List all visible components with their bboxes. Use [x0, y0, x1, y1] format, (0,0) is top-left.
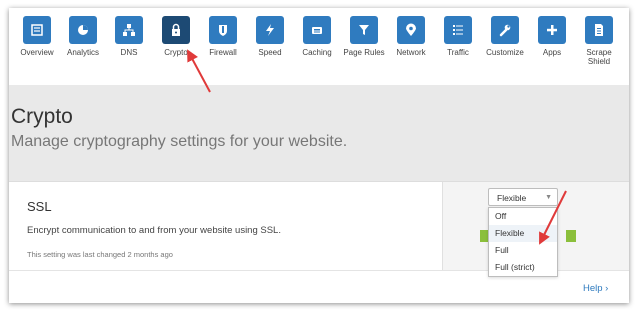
- ssl-option-flexible[interactable]: Flexible: [489, 225, 557, 242]
- nav-label: Page Rules: [343, 48, 385, 57]
- top-navigation: Overview Analytics DNS Crypto Firewall S…: [9, 8, 629, 85]
- chevron-down-icon: ▼: [545, 194, 552, 201]
- nav-item-caching[interactable]: Caching: [291, 16, 343, 57]
- overview-icon: [23, 16, 51, 44]
- ssl-description: Encrypt communication to and from your w…: [27, 225, 281, 236]
- ssl-option-off[interactable]: Off: [489, 208, 557, 225]
- nav-label: Firewall: [209, 48, 237, 57]
- nav-item-overview[interactable]: Overview: [11, 16, 63, 57]
- plus-icon: [538, 16, 566, 44]
- nav-label: Overview: [20, 48, 54, 57]
- filter-icon: [350, 16, 378, 44]
- ssl-option-full[interactable]: Full: [489, 242, 557, 259]
- dns-icon: [115, 16, 143, 44]
- list-icon: [444, 16, 472, 44]
- nav-label: Caching: [302, 48, 332, 57]
- analytics-icon: [69, 16, 97, 44]
- nav-label: Traffic: [447, 48, 469, 57]
- lightning-icon: [256, 16, 284, 44]
- ssl-title: SSL: [27, 199, 52, 214]
- nav-label: Customize: [486, 48, 524, 57]
- nav-item-crypto[interactable]: Crypto: [150, 16, 202, 57]
- caching-icon: [303, 16, 331, 44]
- ssl-mode-selected-value: Flexible: [497, 193, 527, 203]
- ssl-card-info: SSL Encrypt communication to and from yo…: [9, 182, 443, 270]
- nav-label: Analytics: [66, 48, 99, 57]
- nav-item-scrape-shield[interactable]: Scrape Shield: [573, 16, 625, 66]
- document-icon: [585, 16, 613, 44]
- ssl-mode-menu: Off Flexible Full Full (strict): [488, 207, 558, 277]
- nav-item-dns[interactable]: DNS: [103, 16, 155, 57]
- page-title: Crypto: [11, 105, 73, 128]
- nav-label: DNS: [120, 48, 138, 57]
- nav-item-page-rules[interactable]: Page Rules: [338, 16, 390, 57]
- page-subtitle: Manage cryptography settings for your we…: [11, 133, 348, 150]
- nav-item-traffic[interactable]: Traffic: [432, 16, 484, 57]
- nav-item-firewall[interactable]: Firewall: [197, 16, 249, 57]
- page-header: Crypto Manage cryptography settings for …: [9, 85, 629, 181]
- nav-item-network[interactable]: Network: [385, 16, 437, 57]
- nav-label: Scrape Shield: [586, 48, 612, 66]
- nav-item-speed[interactable]: Speed: [244, 16, 296, 57]
- ssl-mode-select[interactable]: Flexible ▼: [488, 188, 558, 206]
- lock-icon: [162, 16, 190, 44]
- nav-item-customize[interactable]: Customize: [479, 16, 531, 57]
- wrench-icon: [491, 16, 519, 44]
- ssl-option-full-strict[interactable]: Full (strict): [489, 259, 557, 276]
- nav-label: Apps: [542, 48, 562, 57]
- nav-label: Network: [396, 48, 426, 57]
- nav-label: Crypto: [164, 48, 188, 57]
- nav-item-analytics[interactable]: Analytics: [57, 16, 109, 57]
- nav-item-apps[interactable]: Apps: [526, 16, 578, 57]
- nav-label: Speed: [258, 48, 282, 57]
- ssl-last-changed: This setting was last changed 2 months a…: [27, 250, 173, 259]
- help-link[interactable]: Help ›: [583, 283, 608, 294]
- location-pin-icon: [397, 16, 425, 44]
- shield-icon: [209, 16, 237, 44]
- status-badge-right: [566, 230, 576, 242]
